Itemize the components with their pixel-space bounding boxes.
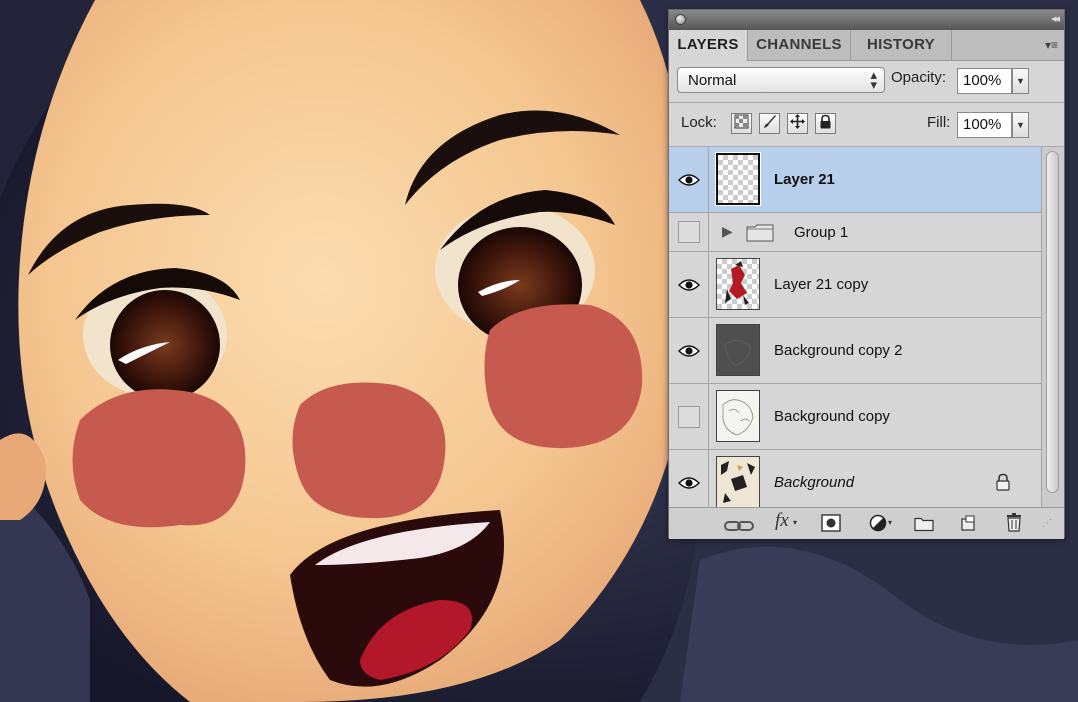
layer-name[interactable]: Background — [774, 474, 854, 491]
visibility-toggle[interactable] — [669, 384, 709, 449]
add-mask-icon[interactable] — [821, 513, 841, 533]
eye-icon — [678, 477, 700, 489]
panel-tabs: LAYERS CHANNELS HISTORY ▾≡ — [669, 30, 1064, 61]
layer-thumbnail — [716, 258, 760, 310]
panel-menu-icon[interactable]: ▾≡ — [1045, 38, 1058, 52]
adjustment-layer-icon[interactable] — [869, 513, 887, 533]
select-arrows-icon: ▴ ▾ — [870, 67, 877, 92]
hidden-visibility-box — [678, 406, 700, 428]
lock-image-pixels-icon[interactable] — [759, 113, 780, 134]
close-panel-icon[interactable] — [675, 14, 686, 25]
layers-panel: ◂◂ LAYERS CHANNELS HISTORY ▾≡ Normal ▴ ▾ … — [668, 9, 1065, 539]
delete-layer-icon[interactable] — [1005, 512, 1023, 532]
lock-transparent-pixels-icon[interactable] — [731, 113, 752, 134]
adjustment-dropdown-icon: ▾ — [888, 518, 893, 527]
layer-thumbnail — [716, 390, 760, 442]
divider — [669, 102, 1064, 103]
eye-icon — [678, 279, 700, 291]
layer-name[interactable]: Background copy 2 — [774, 342, 902, 359]
lock-position-icon[interactable] — [787, 113, 808, 134]
fx-dropdown-icon: ▾ — [793, 518, 798, 527]
collapse-panel-icon[interactable]: ◂◂ — [1051, 12, 1060, 25]
tab-layers[interactable]: LAYERS — [669, 30, 748, 61]
layer-thumbnail — [716, 324, 760, 376]
visibility-toggle[interactable] — [669, 318, 709, 383]
layer-row-background-copy-2[interactable]: Background copy 2 — [669, 318, 1041, 384]
fill-dropdown-icon[interactable]: ▼ — [1012, 112, 1029, 138]
eye-icon — [678, 345, 700, 357]
layer-thumbnail — [716, 456, 760, 507]
fill-label: Fill: — [927, 114, 951, 131]
visibility-toggle[interactable] — [669, 450, 709, 507]
link-layers-icon[interactable] — [724, 516, 754, 536]
visibility-toggle[interactable] — [669, 213, 709, 251]
blend-mode-value: Normal — [688, 72, 737, 89]
fill-field[interactable]: 100% — [957, 112, 1012, 138]
opacity-field[interactable]: 100% — [957, 68, 1012, 94]
layer-row-layer-21[interactable]: Layer 21 — [669, 147, 1041, 213]
layer-name[interactable]: Layer 21 — [774, 171, 835, 188]
hidden-visibility-box — [678, 221, 700, 243]
lock-label: Lock: — [681, 114, 717, 131]
tab-channels[interactable]: CHANNELS — [748, 30, 851, 60]
layer-locked-icon — [996, 473, 1010, 491]
lock-all-icon[interactable] — [815, 113, 836, 134]
scrollbar-thumb[interactable] — [1046, 151, 1059, 493]
layers-scrollbar[interactable] — [1041, 147, 1064, 507]
new-layer-icon[interactable] — [959, 513, 977, 533]
opacity-label: Opacity: — [891, 69, 947, 86]
layer-row-background-copy[interactable]: Background copy — [669, 384, 1041, 450]
layer-thumbnail — [715, 152, 761, 206]
layer-row-layer-21-copy[interactable]: Layer 21 copy — [669, 252, 1041, 318]
tab-history[interactable]: HISTORY — [851, 30, 952, 60]
layers-bottom-toolbar: fx ▾ ▾ ⋰ — [669, 507, 1064, 539]
opacity-dropdown-icon[interactable]: ▼ — [1012, 68, 1029, 94]
layer-style-fx-icon[interactable]: fx — [775, 510, 789, 531]
new-group-icon[interactable] — [914, 514, 934, 534]
resize-grip-icon[interactable]: ⋰ — [1042, 518, 1052, 538]
layer-name[interactable]: Layer 21 copy — [774, 276, 868, 293]
panel-titlebar[interactable]: ◂◂ — [669, 10, 1064, 31]
layer-name[interactable]: Background copy — [774, 408, 890, 425]
eye-icon — [678, 174, 700, 186]
visibility-toggle[interactable] — [669, 147, 709, 212]
expand-triangle-icon[interactable]: ▶ — [722, 223, 733, 240]
blend-mode-select[interactable]: Normal ▴ ▾ — [677, 67, 885, 93]
layer-name[interactable]: Group 1 — [794, 224, 848, 241]
visibility-toggle[interactable] — [669, 252, 709, 317]
layer-row-group-1[interactable]: ▶ Group 1 — [669, 213, 1041, 252]
folder-icon — [746, 224, 774, 242]
layer-list: Layer 21 ▶ Group 1 Layer 21 copy Backgro… — [669, 147, 1041, 507]
layer-row-background[interactable]: Background — [669, 450, 1041, 507]
